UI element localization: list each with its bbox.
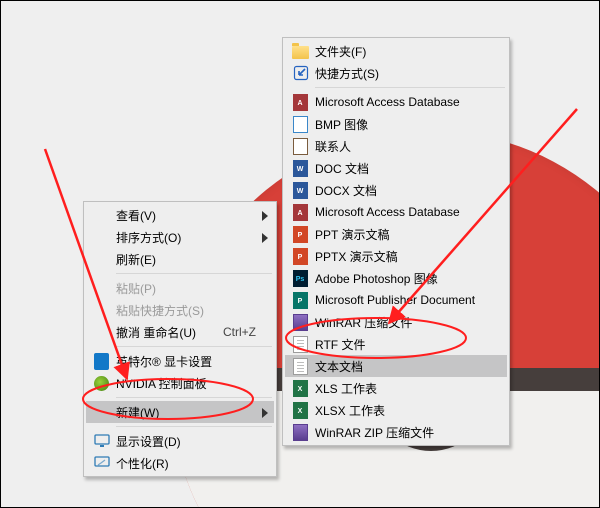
ppt-file-icon: P xyxy=(291,225,309,243)
personalize-icon xyxy=(92,454,110,472)
menu-item-label: BMP 图像 xyxy=(315,116,368,133)
submenu-item-docx[interactable]: W DOCX 文档 xyxy=(285,179,507,201)
menu-separator xyxy=(116,426,272,427)
menu-item-label: 文件夹(F) xyxy=(315,43,366,60)
access-file-icon: A xyxy=(291,93,309,111)
menu-item-refresh[interactable]: 刷新(E) xyxy=(86,248,274,270)
submenu-item-access-2[interactable]: A Microsoft Access Database xyxy=(285,201,507,223)
zip-file-icon xyxy=(291,423,309,441)
menu-item-label: XLS 工作表 xyxy=(315,380,377,397)
submenu-item-contact[interactable]: 联系人 xyxy=(285,135,507,157)
submenu-item-xlsx[interactable]: X XLSX 工作表 xyxy=(285,399,507,421)
pptx-file-icon: P xyxy=(291,247,309,265)
menu-item-sort[interactable]: 排序方式(O) xyxy=(86,226,274,248)
menu-item-label: PPTX 演示文稿 xyxy=(315,248,398,265)
submenu-item-zip[interactable]: WinRAR ZIP 压缩文件 xyxy=(285,421,507,443)
menu-item-label: 粘贴快捷方式(S) xyxy=(116,302,204,319)
publisher-file-icon: P xyxy=(291,291,309,309)
photoshop-file-icon: Ps xyxy=(291,269,309,287)
menu-item-label: RTF 文件 xyxy=(315,336,365,353)
submenu-arrow-icon xyxy=(262,232,268,246)
menu-item-label: 文本文档 xyxy=(315,358,363,375)
submenu-item-publisher[interactable]: P Microsoft Publisher Document xyxy=(285,289,507,311)
menu-item-label: 显示设置(D) xyxy=(116,433,181,450)
contact-file-icon xyxy=(291,137,309,155)
submenu-item-shortcut[interactable]: 快捷方式(S) xyxy=(285,62,507,84)
menu-item-label: 撤消 重命名(U) xyxy=(116,324,196,341)
menu-item-label: Microsoft Publisher Document xyxy=(315,293,475,307)
nvidia-icon xyxy=(92,374,110,392)
display-settings-icon xyxy=(92,432,110,450)
submenu-item-bmp[interactable]: BMP 图像 xyxy=(285,113,507,135)
menu-item-label: 新建(W) xyxy=(116,404,159,421)
menu-item-label: 个性化(R) xyxy=(116,455,169,472)
submenu-item-doc[interactable]: W DOC 文档 xyxy=(285,157,507,179)
menu-item-label: 查看(V) xyxy=(116,207,156,224)
submenu-item-ppt[interactable]: P PPT 演示文稿 xyxy=(285,223,507,245)
rar-file-icon xyxy=(291,313,309,331)
doc-file-icon: W xyxy=(291,159,309,177)
submenu-arrow-icon xyxy=(262,407,268,421)
intel-icon xyxy=(92,352,110,370)
menu-item-label: WinRAR 压缩文件 xyxy=(315,314,412,331)
submenu-item-access[interactable]: A Microsoft Access Database xyxy=(285,91,507,113)
menu-item-label: 刷新(E) xyxy=(116,251,156,268)
submenu-item-rar[interactable]: WinRAR 压缩文件 xyxy=(285,311,507,333)
bmp-file-icon xyxy=(291,115,309,133)
menu-separator xyxy=(116,397,272,398)
menu-item-new[interactable]: 新建(W) xyxy=(86,401,274,423)
menu-item-label: Adobe Photoshop 图像 xyxy=(315,270,438,287)
menu-item-label: DOCX 文档 xyxy=(315,182,377,199)
menu-item-paste: 粘贴(P) xyxy=(86,277,274,299)
menu-item-label: NVIDIA 控制面板 xyxy=(116,375,207,392)
menu-item-label: XLSX 工作表 xyxy=(315,402,385,419)
menu-separator xyxy=(116,273,272,274)
submenu-item-psd[interactable]: Ps Adobe Photoshop 图像 xyxy=(285,267,507,289)
rtf-file-icon xyxy=(291,335,309,353)
menu-item-label: 快捷方式(S) xyxy=(315,65,379,82)
submenu-item-text-document[interactable]: 文本文档 xyxy=(285,355,507,377)
menu-item-label: 排序方式(O) xyxy=(116,229,181,246)
menu-item-label: Microsoft Access Database xyxy=(315,95,460,109)
menu-item-label: 联系人 xyxy=(315,138,351,155)
menu-item-shortcut: Ctrl+Z xyxy=(223,325,256,339)
submenu-arrow-icon xyxy=(262,210,268,224)
menu-item-label: Microsoft Access Database xyxy=(315,205,460,219)
docx-file-icon: W xyxy=(291,181,309,199)
shortcut-icon xyxy=(291,64,309,82)
menu-separator xyxy=(315,87,505,88)
desktop-context-menu: 查看(V) 排序方式(O) 刷新(E) 粘贴(P) 粘贴快捷方式(S) 撤消 重… xyxy=(83,201,277,477)
new-submenu: 文件夹(F) 快捷方式(S) A Microsoft Access Databa… xyxy=(282,37,510,446)
menu-item-intel-graphics[interactable]: 英特尔® 显卡设置 xyxy=(86,350,274,372)
menu-item-label: DOC 文档 xyxy=(315,160,369,177)
menu-item-label: 英特尔® 显卡设置 xyxy=(116,353,212,370)
submenu-item-xls[interactable]: X XLS 工作表 xyxy=(285,377,507,399)
menu-item-nvidia-panel[interactable]: NVIDIA 控制面板 xyxy=(86,372,274,394)
access-file-icon: A xyxy=(291,203,309,221)
xls-file-icon: X xyxy=(291,379,309,397)
menu-separator xyxy=(116,346,272,347)
xlsx-file-icon: X xyxy=(291,401,309,419)
menu-item-label: WinRAR ZIP 压缩文件 xyxy=(315,424,434,441)
menu-item-display-settings[interactable]: 显示设置(D) xyxy=(86,430,274,452)
submenu-item-pptx[interactable]: P PPTX 演示文稿 xyxy=(285,245,507,267)
text-file-icon xyxy=(291,357,309,375)
submenu-item-folder[interactable]: 文件夹(F) xyxy=(285,40,507,62)
menu-item-paste-shortcut: 粘贴快捷方式(S) xyxy=(86,299,274,321)
menu-item-undo-rename[interactable]: 撤消 重命名(U) Ctrl+Z xyxy=(86,321,274,343)
menu-item-label: 粘贴(P) xyxy=(116,280,156,297)
folder-icon xyxy=(291,42,309,60)
menu-item-personalize[interactable]: 个性化(R) xyxy=(86,452,274,474)
menu-item-view[interactable]: 查看(V) xyxy=(86,204,274,226)
submenu-item-rtf[interactable]: RTF 文件 xyxy=(285,333,507,355)
menu-item-label: PPT 演示文稿 xyxy=(315,226,389,243)
